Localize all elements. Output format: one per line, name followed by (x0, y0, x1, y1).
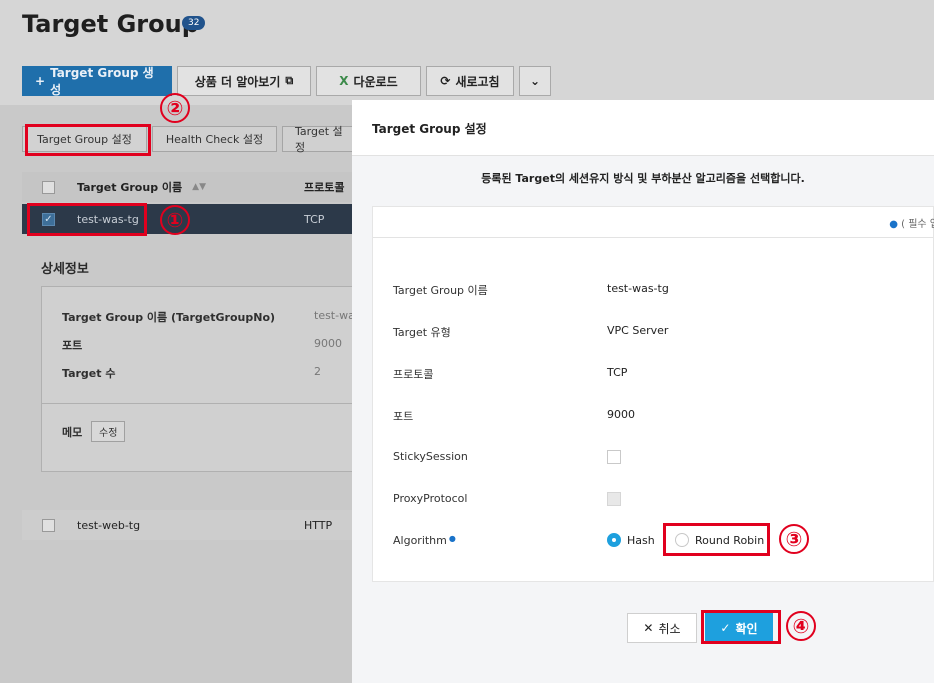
memo-edit-button[interactable]: 수정 (91, 421, 126, 442)
column-header-name[interactable]: Target Group 이름 (77, 179, 182, 195)
sticky-session-checkbox[interactable] (607, 450, 621, 464)
required-note: ● ( 필수 입 (889, 215, 934, 230)
row-protocol: HTTP (304, 518, 333, 532)
algorithm-label-wrap: Algorithm ● (393, 534, 456, 547)
highlight-box-tab (25, 124, 151, 156)
chevron-down-icon: ⌄ (529, 74, 541, 88)
modal-header: Target Group 설정 (352, 100, 934, 156)
column-header-protocol: 프로토콜 (304, 181, 345, 194)
count-badge: 32 (182, 16, 206, 30)
create-target-group-button[interactable]: + Target Group 생성 (22, 66, 172, 97)
field-label: 프로토콜 (393, 368, 434, 381)
detail-title: 상세정보 (41, 262, 89, 277)
field-value: test-was-tg (607, 282, 669, 295)
refresh-label: 새로고침 (455, 74, 500, 89)
step-number: ④ (786, 611, 816, 641)
refresh-icon: ⟳ (440, 74, 451, 88)
divider (373, 237, 933, 238)
field-value: TCP (607, 366, 628, 379)
row-protocol: TCP (304, 212, 325, 226)
row-checkbox[interactable] (42, 518, 55, 532)
sticky-session-label: StickySession (393, 450, 468, 463)
sort-icon[interactable]: ▲▼ (192, 182, 206, 192)
learn-more-label: 상품 더 알아보기 (194, 74, 281, 89)
memo-label: 메모 (62, 426, 83, 439)
select-all-checkbox[interactable] (42, 180, 55, 194)
algorithm-hash-radio[interactable] (607, 533, 621, 547)
more-dropdown-button[interactable]: ⌄ (519, 66, 551, 96)
modal-description: 등록된 Target의 세션유지 방식 및 부하분산 알고리즘을 선택합니다. (481, 172, 805, 185)
detail-value: test-wa (314, 309, 355, 322)
required-dot-icon: ● (889, 219, 898, 230)
download-label: 다운로드 (353, 74, 398, 89)
detail-value: 9000 (314, 337, 342, 350)
highlight-box-row (27, 203, 147, 236)
detail-value: 2 (314, 365, 321, 378)
toolbar: + Target Group 생성 상품 더 알아보기 ⧉ X 다운로드 ⟳ 새… (22, 66, 551, 97)
step-number: ① (160, 205, 190, 235)
create-button-label: Target Group 생성 (50, 66, 154, 97)
tab-health-check-settings[interactable]: Health Check 설정 (152, 126, 277, 152)
detail-label: Target Group 이름 (TargetGroupNo) (62, 311, 276, 324)
required-note-text: ( 필수 입 (901, 219, 934, 230)
plus-icon: + (35, 74, 46, 88)
divider (42, 403, 360, 404)
proxy-protocol-checkbox (607, 492, 621, 506)
target-group-settings-modal: Target Group 설정 등록된 Target의 세션유지 방식 및 부하… (352, 100, 934, 683)
settings-form: ● ( 필수 입 Target Group 이름 test-was-tg Tar… (372, 206, 934, 582)
tab-target-settings[interactable]: Target 설정 (282, 125, 362, 154)
required-dot-icon: ● (448, 534, 456, 543)
detail-label: 포트 (62, 339, 83, 352)
highlight-box-confirm (701, 610, 781, 644)
close-icon: ✕ (643, 621, 654, 635)
field-value: 9000 (607, 408, 635, 421)
learn-more-button[interactable]: 상품 더 알아보기 ⧉ (177, 66, 311, 96)
field-value: VPC Server (607, 324, 669, 337)
detail-label: Target 수 (62, 367, 116, 380)
table-header: Target Group 이름 ▲▼ 프로토콜 (22, 172, 352, 202)
excel-icon: X (339, 74, 349, 88)
algorithm-label: Algorithm (393, 534, 447, 547)
refresh-button[interactable]: ⟳ 새로고침 (426, 66, 514, 96)
algorithm-hash-label[interactable]: Hash (627, 534, 655, 547)
external-link-icon: ⧉ (285, 74, 294, 87)
field-label: Target Group 이름 (393, 284, 488, 297)
field-label: Target 유형 (393, 326, 451, 339)
download-button[interactable]: X 다운로드 (316, 66, 421, 96)
modal-title: Target Group 설정 (372, 122, 487, 136)
step-number: ③ (779, 524, 809, 554)
detail-panel: Target Group 이름 (TargetGroupNo) test-wa … (41, 286, 361, 472)
proxy-protocol-label: ProxyProtocol (393, 492, 468, 505)
page-title: Target Group (22, 10, 199, 38)
field-label: 포트 (393, 410, 414, 423)
cancel-label: 취소 (658, 621, 681, 636)
highlight-box-round-robin (663, 523, 770, 556)
cancel-button[interactable]: ✕ 취소 (627, 613, 697, 643)
step-number: ② (160, 93, 190, 123)
row-name: test-web-tg (77, 518, 141, 532)
table-row[interactable]: test-web-tg HTTP (22, 510, 352, 540)
